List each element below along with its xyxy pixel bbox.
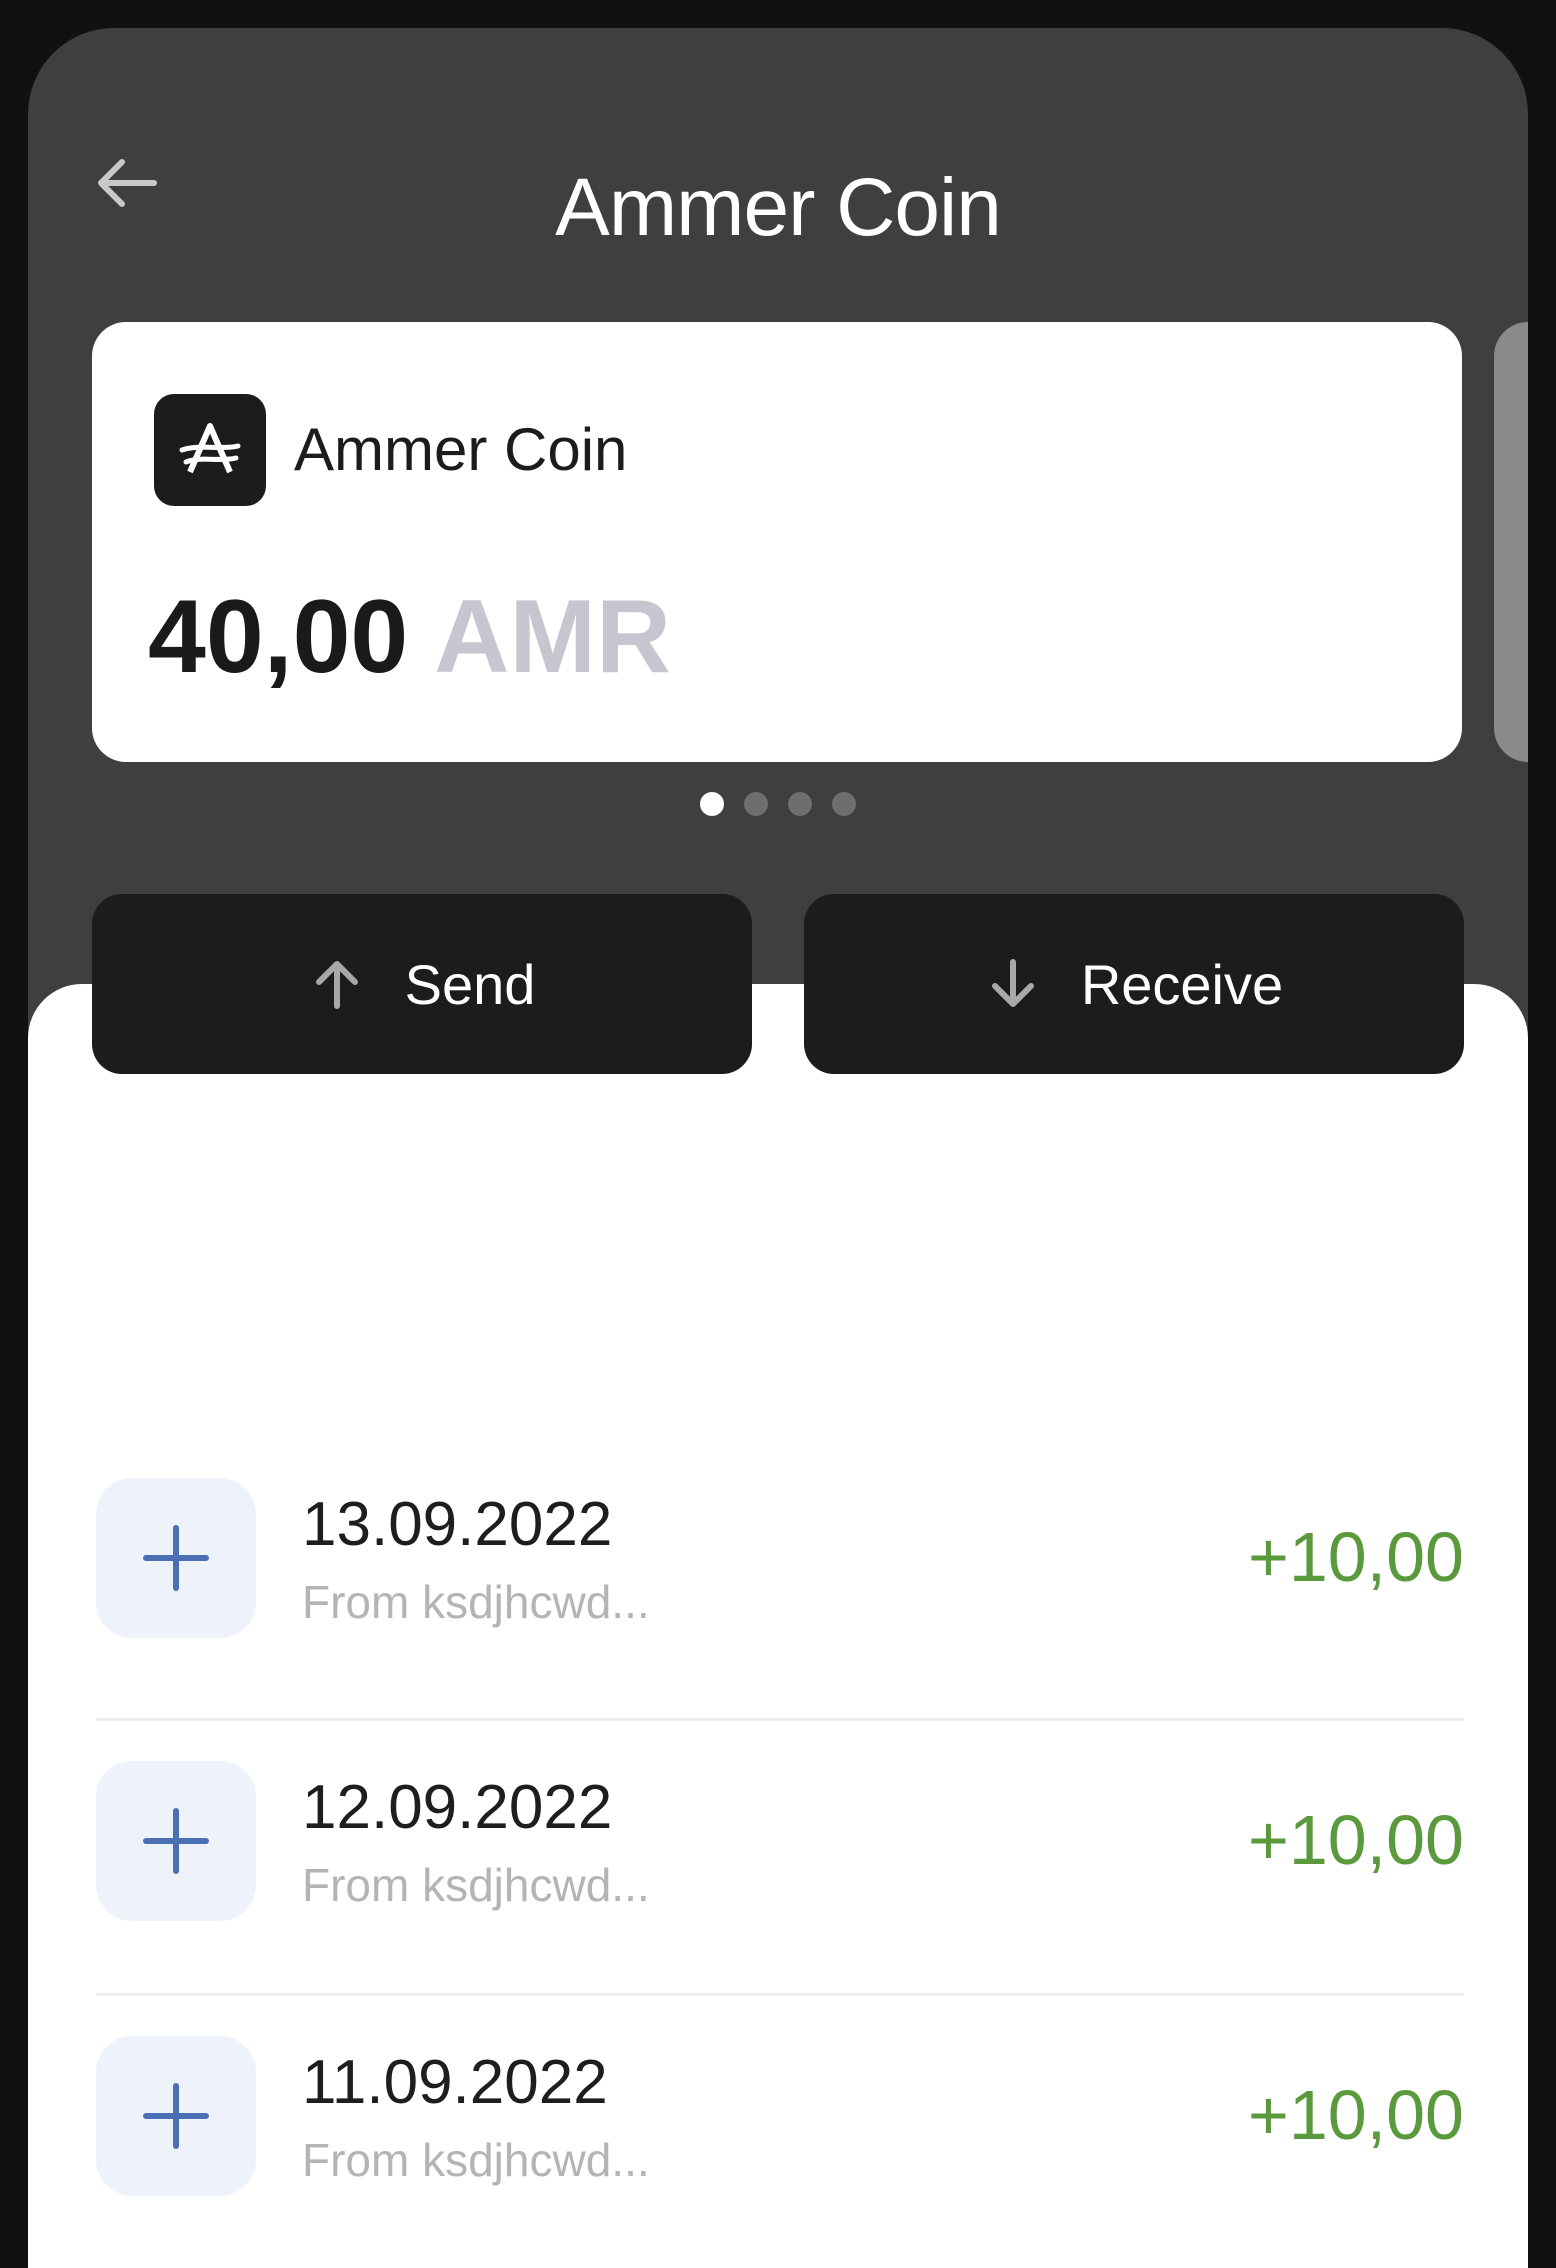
plus-icon [96,1478,256,1638]
receive-button[interactable]: Receive [804,894,1464,1074]
pager-dot-active[interactable] [700,792,724,816]
send-button[interactable]: Send [92,894,752,1074]
card-pager [28,792,1528,816]
app-screen: Ammer Coin Ammer Coin 40,00 AMR Send Rec… [28,28,1528,2268]
plus-icon [96,2036,256,2196]
transaction-item[interactable]: 11.09.2022 From ksdjhcwd... +10,00 [96,1996,1464,2268]
transaction-from: From ksdjhcwd... [302,1576,650,1628]
transaction-from: From ksdjhcwd... [302,2134,650,2186]
balance-display: 40,00 AMR [148,572,671,702]
pager-dot[interactable] [788,792,812,816]
arrow-down-icon [985,956,1041,1012]
pager-dot[interactable] [744,792,768,816]
send-label: Send [404,952,536,1016]
transaction-item[interactable]: 12.09.2022 From ksdjhcwd... +10,00 [96,1721,1464,1996]
transaction-date: 11.09.2022 [302,2048,608,2117]
pager-dot[interactable] [832,792,856,816]
transaction-date: 13.09.2022 [302,1490,613,1559]
balance-currency: AMR [434,579,672,695]
arrow-up-icon [309,956,365,1012]
next-card-peek[interactable] [1494,322,1528,762]
transaction-from: From ksdjhcwd... [302,1859,650,1911]
transaction-date: 12.09.2022 [302,1773,613,1842]
transaction-amount: +10,00 [1247,1518,1464,1596]
receive-label: Receive [1080,952,1284,1016]
page-title: Ammer Coin [555,162,1002,253]
transaction-amount: +10,00 [1247,2076,1464,2154]
phone-frame: Ammer Coin Ammer Coin 40,00 AMR Send Rec… [0,0,1556,2268]
coin-name: Ammer Coin [294,416,628,483]
plus-icon [96,1761,256,1921]
transaction-item[interactable]: 13.09.2022 From ksdjhcwd... +10,00 [96,1478,1464,1721]
balance-card[interactable]: Ammer Coin 40,00 AMR [92,322,1462,762]
transaction-list: 13.09.2022 From ksdjhcwd... +10,00 12.09… [96,1448,1464,2268]
balance-amount: 40,00 [148,579,409,695]
transaction-amount: +10,00 [1247,1801,1464,1879]
ammer-logo-icon [154,394,266,506]
